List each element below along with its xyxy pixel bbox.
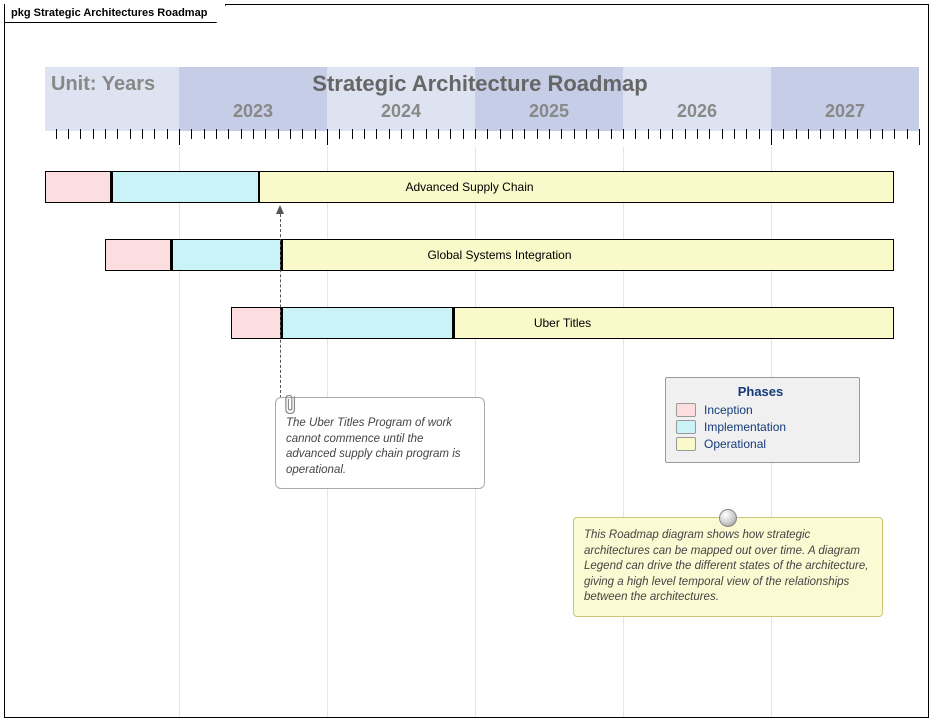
dependency-note[interactable]: The Uber Titles Program of work cannot c… — [275, 397, 485, 489]
legend-title: Phases — [676, 384, 845, 399]
year-2027: 2027 — [825, 101, 865, 122]
phase-operational — [281, 239, 894, 271]
phase-inception — [45, 171, 111, 203]
swatch-icon — [676, 437, 696, 451]
timeline-ruler — [45, 129, 915, 149]
phase-operational — [453, 307, 894, 339]
phase-implementation — [281, 307, 453, 339]
phases-legend[interactable]: Phases Inception Implementation Operatio… — [665, 377, 860, 463]
frame-title: pkg Strategic Architectures Roadmap — [4, 4, 226, 23]
dependency-connector — [280, 214, 281, 398]
pin-icon — [719, 509, 737, 527]
phase-operational — [258, 171, 894, 203]
legend-label: Implementation — [704, 420, 786, 434]
year-2023: 2023 — [233, 101, 273, 122]
timeline: Unit: Years Strategic Architecture Roadm… — [45, 67, 915, 131]
swatch-icon — [676, 420, 696, 434]
diagram-frame: pkg Strategic Architectures Roadmap Unit… — [4, 4, 929, 718]
note-text: The Uber Titles Program of work cannot c… — [286, 417, 461, 476]
paperclip-icon — [282, 392, 300, 416]
dependency-arrow-icon — [276, 205, 284, 214]
legend-item-implementation: Implementation — [676, 420, 845, 434]
unit-label: Unit: Years — [51, 73, 155, 96]
phase-inception — [231, 307, 281, 339]
phase-implementation — [171, 239, 281, 271]
timeline-header: Unit: Years Strategic Architecture Roadm… — [45, 67, 915, 131]
year-2025: 2025 — [529, 101, 569, 122]
legend-item-inception: Inception — [676, 403, 845, 417]
phase-inception — [105, 239, 171, 271]
phase-implementation — [111, 171, 259, 203]
legend-item-operational: Operational — [676, 437, 845, 451]
year-2024: 2024 — [381, 101, 421, 122]
description-note[interactable]: This Roadmap diagram shows how strategic… — [573, 517, 883, 617]
year-2026: 2026 — [677, 101, 717, 122]
swatch-icon — [676, 403, 696, 417]
legend-label: Inception — [704, 403, 753, 417]
description-text: This Roadmap diagram shows how strategic… — [584, 529, 868, 603]
legend-label: Operational — [704, 437, 766, 451]
